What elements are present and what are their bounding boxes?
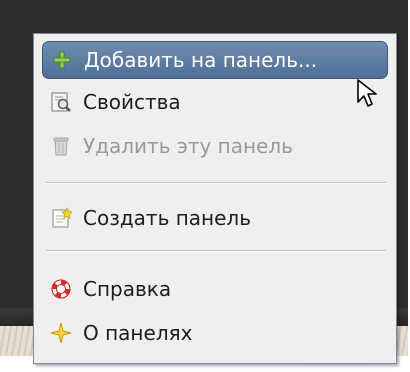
menu-item-label: Создать панель <box>83 206 251 230</box>
menu-item-create-panel[interactable]: Создать панель <box>42 199 388 237</box>
plus-icon <box>50 48 74 72</box>
menu-item-about-panels[interactable]: О панелях <box>42 314 388 352</box>
trash-icon <box>49 134 73 158</box>
menu-item-label: О панелях <box>83 321 193 345</box>
menu-separator <box>46 250 386 252</box>
menu-item-add-to-panel[interactable]: Добавить на панель... <box>42 41 388 79</box>
menu-item-label: Удалить эту панель <box>83 134 293 158</box>
menu-item-label: Добавить на панель... <box>84 48 318 72</box>
help-lifebuoy-icon <box>49 277 73 301</box>
mouse-pointer-icon <box>357 79 377 107</box>
menu-item-label: Справка <box>83 277 172 301</box>
new-panel-icon <box>49 206 73 230</box>
menu-item-delete-panel[interactable]: Удалить эту панель <box>42 127 388 165</box>
properties-icon <box>49 90 73 114</box>
menu-separator <box>46 182 386 184</box>
menu-item-properties[interactable]: Свойства <box>42 83 388 121</box>
menu-item-label: Свойства <box>83 90 181 114</box>
panel-context-menu: Добавить на панель... Свойства Удалить э… <box>33 33 397 364</box>
about-star-icon <box>49 321 73 345</box>
menu-item-help[interactable]: Справка <box>42 270 388 308</box>
